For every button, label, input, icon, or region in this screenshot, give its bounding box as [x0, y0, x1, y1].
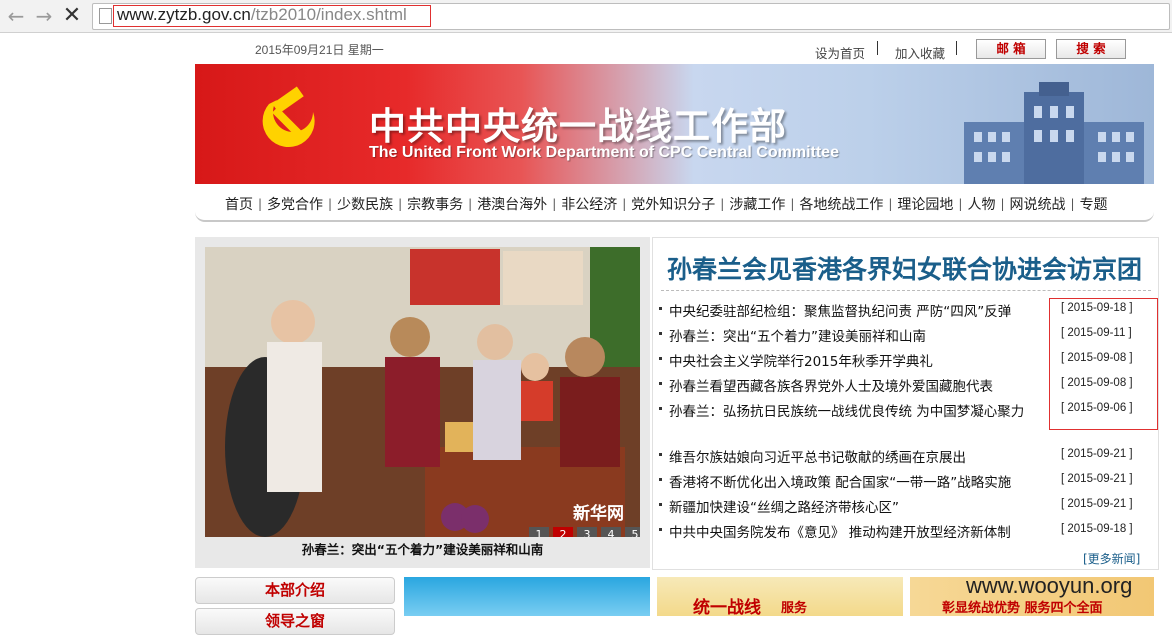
news-date: [ 2015-09-21 ] — [1061, 448, 1133, 460]
main-nav-items: 首页 | 多党合作 | 少数民族 | 宗教事务 | 港澳台海外 | 非公经济 | 党外知识分子 | 涉藏工作… — [223, 194, 1110, 214]
news-title[interactable]: 香港将不断优化出入境政策 配合国家“一带一路”战略实施 — [669, 471, 1011, 491]
slider-page-button[interactable]: 4 — [601, 527, 621, 537]
nav-item[interactable]: 港澳台海外 — [475, 194, 549, 214]
slider-page-button[interactable]: 1 — [529, 527, 549, 537]
bullet-icon — [659, 407, 662, 410]
url-path: /tzb2010/index.shtml — [250, 5, 407, 24]
menu-separator: | — [622, 197, 627, 211]
slider-page-button[interactable]: 2 — [553, 527, 573, 537]
slider-page-button[interactable]: 5 — [625, 527, 640, 537]
nav-item[interactable]: 网说统战 — [1008, 194, 1068, 214]
nav-item[interactable]: 宗教事务 — [405, 194, 465, 214]
news-title[interactable]: 中央社会主义学院举行2015年秋季开学典礼 — [669, 350, 933, 370]
nav-item[interactable]: 各地统战工作 — [797, 194, 885, 214]
address-bar[interactable]: www.zytzb.gov.cn/tzb2010/index.shtml — [92, 3, 1170, 30]
nav-item[interactable]: 人物 — [965, 194, 997, 214]
bullet-icon — [659, 453, 662, 456]
nav-item[interactable]: 非公经济 — [559, 194, 619, 214]
menu-separator: | — [328, 197, 333, 211]
menu-separator: | — [468, 197, 473, 211]
party-emblem-icon — [262, 86, 315, 148]
promo3-text: 彰显统战优势 服务四个全面 — [942, 601, 1103, 616]
menu-separator: | — [720, 197, 725, 211]
back-arrow-icon[interactable]: ← — [6, 6, 26, 26]
nav-item[interactable]: 首页 — [223, 194, 255, 214]
promo-banner-1[interactable] — [404, 577, 650, 616]
photo-caption[interactable]: 孙春兰：突出“五个着力”建设美丽祥和山南 — [195, 539, 650, 558]
promo2-subtitle: 服务 — [781, 601, 808, 616]
news-date: [ 2015-09-18 ] — [1061, 523, 1133, 535]
news-title[interactable]: 中央纪委驻部纪检组：聚焦监督执纪问责 严防“四风”反弹 — [669, 300, 1011, 320]
news-title[interactable]: 孙春兰：弘扬抗日民族统一战线优良传统 为中国梦凝心聚力 — [669, 400, 1024, 420]
nav-item[interactable]: 党外知识分子 — [629, 194, 717, 214]
main-nav: 首页 | 多党合作 | 少数民族 | 宗教事务 | 港澳台海外 | 非公经济 | 党外知识分子 | 涉藏工作… — [195, 188, 1154, 222]
browser-toolbar: ← → ✕ www.zytzb.gov.cn/tzb2010/index.sht… — [0, 0, 1172, 33]
headline-link[interactable]: 孙春兰会见香港各界妇女联合协进会访京团 — [667, 250, 1142, 286]
page-icon — [99, 8, 112, 24]
promo-banner-2[interactable]: 统一战线 服务 — [657, 577, 903, 618]
xinhua-watermark: 新华网 — [573, 504, 624, 524]
promo2-title: 统一战线 — [693, 598, 761, 618]
bullet-icon — [659, 478, 662, 481]
nav-item[interactable]: 少数民族 — [335, 194, 395, 214]
menu-separator: | — [258, 197, 263, 211]
nav-item[interactable]: 理论园地 — [895, 194, 955, 214]
news-title[interactable]: 维吾尔族姑娘向习近平总书记敬献的绣画在京展出 — [669, 446, 966, 466]
building-image — [964, 82, 1144, 184]
divider — [956, 41, 957, 55]
news-title[interactable]: 孙春兰看望西藏各族各界党外人士及境外爱国藏胞代表 — [669, 375, 993, 395]
news-title[interactable]: 中共中央国务院发布《意见》 推动构建开放型经济新体制 — [669, 521, 1011, 541]
bullet-icon — [659, 357, 662, 360]
nav-item[interactable]: 专题 — [1078, 194, 1110, 214]
bullet-icon — [659, 307, 662, 310]
menu-separator: | — [1000, 197, 1005, 211]
banner-title-en: The United Front Work Department of CPC … — [369, 144, 839, 161]
menu-separator: | — [790, 197, 795, 211]
banner-title-cn: 中共中央统一战线工作部 — [369, 105, 787, 148]
intro-button[interactable]: 本部介绍 — [195, 577, 395, 604]
url-domain: www.zytzb.gov.cn — [117, 5, 251, 24]
bullet-icon — [659, 528, 662, 531]
bullet-icon — [659, 332, 662, 335]
bookmark-link[interactable]: 加入收藏 — [895, 43, 945, 62]
leaders-button[interactable]: 领导之窗 — [195, 608, 395, 635]
search-button[interactable]: 搜 索 — [1056, 39, 1126, 59]
news-panel: 孙春兰会见香港各界妇女联合协进会访京团 中央纪委驻部纪检组：聚焦监督执纪问责 严… — [652, 237, 1159, 570]
nav-item[interactable]: 涉藏工作 — [727, 194, 787, 214]
menu-separator: | — [888, 197, 893, 211]
bullet-icon — [659, 382, 662, 385]
stop-icon[interactable]: ✕ — [62, 5, 82, 27]
site-banner: 中共中央统一战线工作部 The United Front Work Depart… — [195, 64, 1154, 184]
date-highlight-box — [1049, 298, 1158, 430]
slider-pager: 12345 — [525, 527, 640, 537]
slider-page-button[interactable]: 3 — [577, 527, 597, 537]
set-home-link[interactable]: 设为首页 — [815, 43, 865, 62]
news-date: [ 2015-09-21 ] — [1061, 473, 1133, 485]
photo-scene — [205, 247, 640, 537]
bullet-icon — [659, 503, 662, 506]
divider — [661, 290, 1151, 291]
menu-separator: | — [398, 197, 403, 211]
news-title[interactable]: 新疆加快建设“丝绸之路经济带核心区” — [669, 496, 899, 516]
menu-separator: | — [552, 197, 557, 211]
site-watermark: www.wooyun.org — [966, 573, 1133, 598]
url-text: www.zytzb.gov.cn/tzb2010/index.shtml — [117, 5, 407, 25]
menu-separator: | — [958, 197, 963, 211]
news-title[interactable]: 孙春兰：突出“五个着力”建设美丽祥和山南 — [669, 325, 926, 345]
current-date: 2015年09月21日 星期一 — [255, 43, 384, 57]
divider — [877, 41, 878, 55]
news-photo[interactable]: 新华网 12345 — [205, 247, 640, 537]
more-news-link[interactable]: [更多新闻] — [1083, 550, 1140, 567]
forward-arrow-icon[interactable]: → — [34, 6, 54, 26]
nav-item[interactable]: 多党合作 — [265, 194, 325, 214]
menu-separator: | — [1070, 197, 1075, 211]
photo-slider: 新华网 12345 孙春兰：突出“五个着力”建设美丽祥和山南 — [195, 237, 650, 568]
news-date: [ 2015-09-21 ] — [1061, 498, 1133, 510]
mail-button[interactable]: 邮 箱 — [976, 39, 1046, 59]
